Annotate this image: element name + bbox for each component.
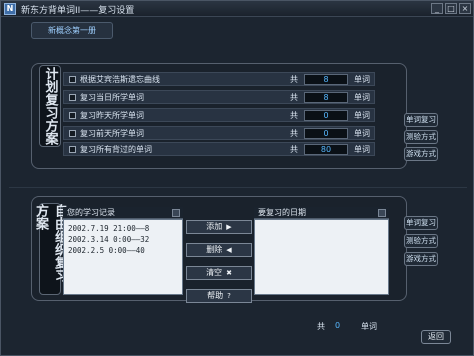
list-item[interactable]: 2002.2.5 0:00——40 <box>68 246 145 255</box>
custom-test-mode-button[interactable]: 测验方式 <box>404 234 438 248</box>
plan-row-label: 复习前天所学单词 <box>80 129 144 138</box>
back-button[interactable]: 返回 <box>421 330 451 344</box>
maximize-button[interactable]: □ <box>445 3 457 14</box>
custom-word-review-button[interactable]: 单词复习 <box>404 216 438 230</box>
plan-row-label: 复习所有背过的单词 <box>80 145 152 154</box>
plan-checkbox[interactable] <box>69 112 76 119</box>
help-button-label: 帮助 <box>207 291 224 300</box>
clear-button[interactable]: 清空 ✖ <box>186 266 252 280</box>
minimize-button[interactable]: _ <box>431 3 443 14</box>
total-label: 共 <box>290 129 298 138</box>
clear-icon: ✖ <box>226 269 232 277</box>
unit-label: 单词 <box>354 93 370 102</box>
total-label: 共 <box>290 111 298 120</box>
book-tab[interactable]: 新概念第一册 <box>31 22 113 39</box>
window-title: 新东方背单词II——复习设置 <box>21 6 135 16</box>
unit-label: 单词 <box>354 129 370 138</box>
list-item[interactable]: 2002.7.19 21:00——8 <box>68 224 149 233</box>
arrow-right-icon: ▶ <box>226 223 232 231</box>
selected-word-count: 0 <box>335 321 341 330</box>
unit-label: 单词 <box>361 322 377 331</box>
records-menu-icon[interactable] <box>172 209 180 217</box>
plan-row-yesterday[interactable]: 复习昨天所学单词 共 0 单词 <box>63 108 375 122</box>
plan-checkbox[interactable] <box>69 146 76 153</box>
unit-label: 单词 <box>354 145 370 154</box>
total-label: 共 <box>290 145 298 154</box>
add-button[interactable]: 添加 ▶ <box>186 220 252 234</box>
records-header: 您的学习记录 <box>63 207 183 219</box>
word-count-field: 80 <box>304 144 348 155</box>
plan-checkbox[interactable] <box>69 130 76 137</box>
clear-button-label: 清空 <box>206 268 223 277</box>
dates-menu-icon[interactable] <box>378 209 386 217</box>
plan-checkbox[interactable] <box>69 76 76 83</box>
plan-row-all[interactable]: 复习所有背过的单词 共 80 单词 <box>63 142 375 156</box>
delete-button-label: 删除 <box>206 245 223 254</box>
title-bar[interactable]: N 新东方背单词II——复习设置 _ □ × <box>1 1 473 17</box>
total-label: 共 <box>317 322 325 331</box>
add-button-label: 添加 <box>206 222 223 231</box>
plan-row-label: 根据艾宾浩斯遗忘曲线 <box>80 75 160 84</box>
close-button[interactable]: × <box>459 3 471 14</box>
main-window: N 新东方背单词II——复习设置 _ □ × 新概念第一册 计划复习方案 根据艾… <box>0 0 474 356</box>
plan-row-label: 复习当日所学单词 <box>80 93 144 102</box>
total-label: 共 <box>290 75 298 84</box>
word-count-field: 0 <box>304 128 348 139</box>
plan-game-mode-button[interactable]: 游戏方式 <box>404 147 438 161</box>
plan-row-ebbinghaus[interactable]: 根据艾宾浩斯遗忘曲线 共 8 单词 <box>63 72 375 86</box>
app-logo-icon: N <box>4 3 16 15</box>
custom-game-mode-button[interactable]: 游戏方式 <box>404 252 438 266</box>
arrow-left-icon: ◀ <box>226 246 232 254</box>
total-label: 共 <box>290 93 298 102</box>
word-count-field: 0 <box>304 110 348 121</box>
list-item[interactable]: 2002.3.14 0:00——32 <box>68 235 149 244</box>
help-icon: ? <box>227 292 231 300</box>
section-divider <box>9 187 467 188</box>
dates-list[interactable] <box>254 219 389 295</box>
dates-header-label: 要复习的日期 <box>258 208 306 217</box>
custom-section-label: 自由组织复习方案 <box>33 203 67 295</box>
plan-row-today[interactable]: 复习当日所学单词 共 8 单词 <box>63 90 375 104</box>
plan-section-label: 计划复习方案 <box>39 65 61 147</box>
plan-row-day-before[interactable]: 复习前天所学单词 共 0 单词 <box>63 126 375 140</box>
dates-header: 要复习的日期 <box>254 207 389 219</box>
word-count-field: 8 <box>304 92 348 103</box>
plan-checkbox[interactable] <box>69 94 76 101</box>
unit-label: 单词 <box>354 111 370 120</box>
help-button[interactable]: 帮助? <box>186 289 252 303</box>
unit-label: 单词 <box>354 75 370 84</box>
delete-button[interactable]: 删除 ◀ <box>186 243 252 257</box>
records-list[interactable]: 2002.7.19 21:00——8 2002.3.14 0:00——32 20… <box>63 219 183 295</box>
plan-test-mode-button[interactable]: 测验方式 <box>404 130 438 144</box>
plan-word-review-button[interactable]: 单词复习 <box>404 113 438 127</box>
records-header-label: 您的学习记录 <box>67 208 115 217</box>
plan-row-label: 复习昨天所学单词 <box>80 111 144 120</box>
word-count-field: 8 <box>304 74 348 85</box>
